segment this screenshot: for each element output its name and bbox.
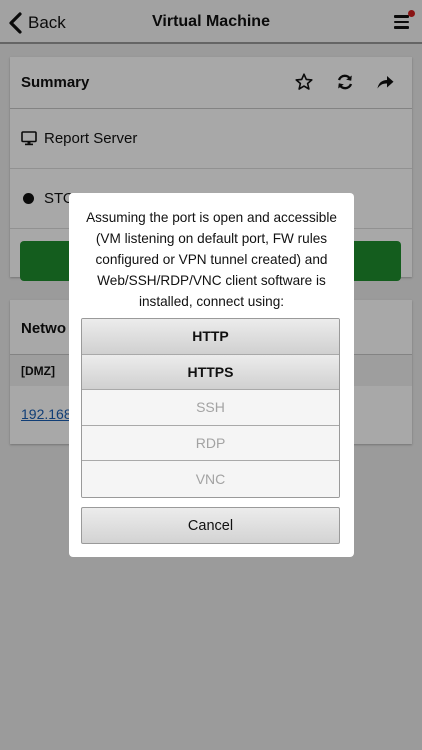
- option-vnc-button: VNC: [82, 461, 339, 497]
- option-rdp-button: RDP: [82, 425, 339, 462]
- option-http-button[interactable]: HTTP: [82, 319, 339, 355]
- option-https-button[interactable]: HTTPS: [82, 354, 339, 391]
- connect-dialog: Assuming the port is open and accessible…: [69, 193, 354, 557]
- cancel-button[interactable]: Cancel: [81, 507, 340, 544]
- protocol-options: HTTP HTTPS SSH RDP VNC: [81, 318, 340, 498]
- option-ssh-button: SSH: [82, 390, 339, 426]
- dialog-message: Assuming the port is open and accessible…: [86, 210, 337, 309]
